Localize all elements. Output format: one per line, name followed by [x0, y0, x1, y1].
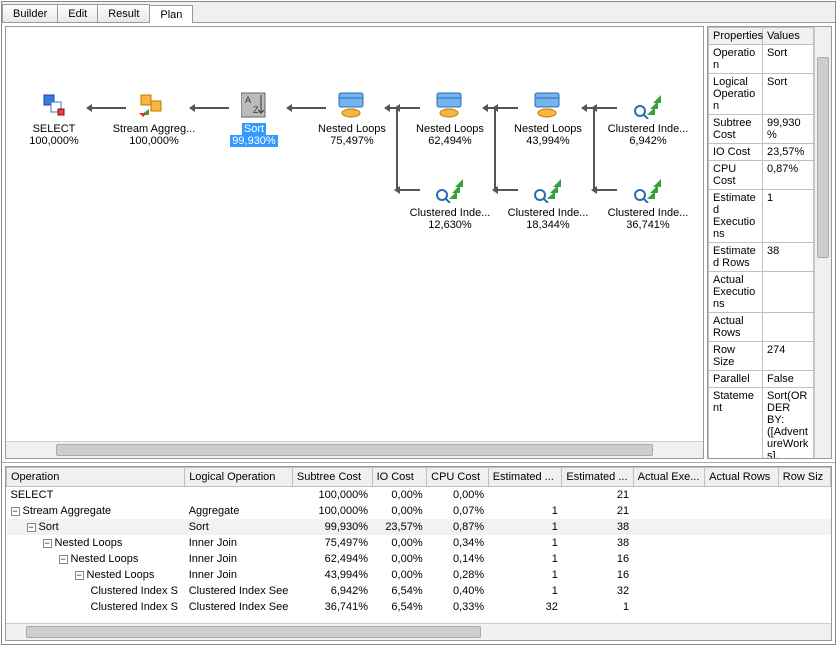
select-icon — [38, 89, 70, 121]
props-row[interactable]: Estimated Executions1 — [709, 190, 814, 243]
tree-toggle-icon[interactable]: − — [43, 539, 52, 548]
props-row[interactable]: Subtree Cost99,930% — [709, 115, 814, 144]
plan-node-stream-aggregate[interactable]: Stream Aggreg... 100,000% — [106, 89, 202, 147]
grid-hscrollbar[interactable] — [6, 623, 831, 640]
props-row[interactable]: Actual Executions — [709, 272, 814, 313]
table-row[interactable]: Clustered Index SClustered Index See6,94… — [7, 583, 831, 599]
nested-loops-icon — [532, 89, 564, 121]
plan-node-nested-loops-2[interactable]: Nested Loops 62,494% — [402, 89, 498, 147]
props-row[interactable]: CPU Cost0,87% — [709, 161, 814, 190]
props-row[interactable]: Actual Rows — [709, 313, 814, 342]
clustered-index-icon — [632, 173, 664, 205]
grid-col-header[interactable]: Estimated ... — [562, 468, 633, 487]
operations-grid[interactable]: OperationLogical OperationSubtree CostIO… — [6, 467, 831, 623]
props-col-values[interactable]: Values — [763, 28, 814, 45]
clustered-index-icon — [434, 173, 466, 205]
table-row[interactable]: −Nested LoopsInner Join75,497%0,00%0,34%… — [7, 535, 831, 551]
nested-loops-icon — [336, 89, 368, 121]
tab-bar: Builder Edit Result Plan — [2, 2, 835, 23]
diagram-hscrollbar[interactable] — [6, 441, 703, 458]
table-row[interactable]: −Stream AggregateAggregate100,000%0,00%0… — [7, 503, 831, 519]
table-row[interactable]: −Nested LoopsInner Join62,494%0,00%0,14%… — [7, 551, 831, 567]
props-row[interactable]: Row Size274 — [709, 342, 814, 371]
grid-col-header[interactable]: Actual Exe... — [633, 468, 705, 487]
table-row[interactable]: −Nested LoopsInner Join43,994%0,00%0,28%… — [7, 567, 831, 583]
grid-col-header[interactable]: Subtree Cost — [292, 468, 372, 487]
plan-node-nested-loops-1[interactable]: Nested Loops 75,497% — [304, 89, 400, 147]
tree-toggle-icon[interactable]: − — [59, 555, 68, 564]
properties-vscrollbar[interactable] — [814, 27, 831, 458]
props-row[interactable]: IO Cost23,57% — [709, 144, 814, 161]
tab-edit[interactable]: Edit — [57, 4, 98, 22]
props-row[interactable]: OperationSort — [709, 45, 814, 74]
tab-builder[interactable]: Builder — [2, 4, 58, 22]
grid-col-header[interactable]: IO Cost — [372, 468, 427, 487]
tab-plan[interactable]: Plan — [149, 5, 193, 23]
props-row[interactable]: Logical OperationSort — [709, 74, 814, 115]
plan-node-sort[interactable]: AZ Sort 99,930% — [206, 89, 302, 147]
table-row[interactable]: SELECT100,000%0,00%0,00%21 — [7, 487, 831, 504]
plan-node-select[interactable]: SELECT 100,000% — [6, 89, 102, 147]
aggregate-icon — [138, 89, 170, 121]
sort-icon: AZ — [238, 89, 270, 121]
svg-text:A: A — [245, 95, 251, 105]
table-row[interactable]: −SortSort99,930%23,57%0,87%138 — [7, 519, 831, 535]
clustered-index-icon — [632, 89, 664, 121]
tree-toggle-icon[interactable]: − — [75, 571, 84, 580]
grid-col-header[interactable]: Operation — [7, 468, 185, 487]
tree-toggle-icon[interactable]: − — [11, 507, 20, 516]
plan-node-clustered-index-1[interactable]: Clustered Inde... 6,942% — [600, 89, 696, 147]
grid-col-header[interactable]: Actual Rows — [705, 468, 779, 487]
nested-loops-icon — [434, 89, 466, 121]
tree-toggle-icon[interactable]: − — [27, 523, 36, 532]
grid-col-header[interactable]: CPU Cost — [427, 468, 489, 487]
tab-result[interactable]: Result — [97, 4, 150, 22]
props-row[interactable]: StatementSort(ORDER BY:([AdventureWorks]… — [709, 388, 814, 459]
props-col-properties[interactable]: Properties — [709, 28, 763, 45]
plan-node-nested-loops-3[interactable]: Nested Loops 43,994% — [500, 89, 596, 147]
plan-node-clustered-index-4[interactable]: Clustered Inde... 36,741% — [600, 173, 696, 231]
plan-diagram[interactable]: SELECT 100,000% Stream Aggreg... 100,000… — [6, 27, 703, 441]
grid-col-header[interactable]: Logical Operation — [185, 468, 293, 487]
grid-col-header[interactable]: Estimated ... — [488, 468, 562, 487]
properties-panel: Properties Values OperationSortLogical O… — [707, 26, 832, 459]
clustered-index-icon — [532, 173, 564, 205]
table-row[interactable]: Clustered Index SClustered Index See36,7… — [7, 599, 831, 615]
plan-node-clustered-index-3[interactable]: Clustered Inde... 18,344% — [500, 173, 596, 231]
grid-col-header[interactable]: Row Siz — [778, 468, 830, 487]
plan-node-clustered-index-2[interactable]: Clustered Inde... 12,630% — [402, 173, 498, 231]
props-row[interactable]: Estimated Rows38 — [709, 243, 814, 272]
props-row[interactable]: ParallelFalse — [709, 371, 814, 388]
